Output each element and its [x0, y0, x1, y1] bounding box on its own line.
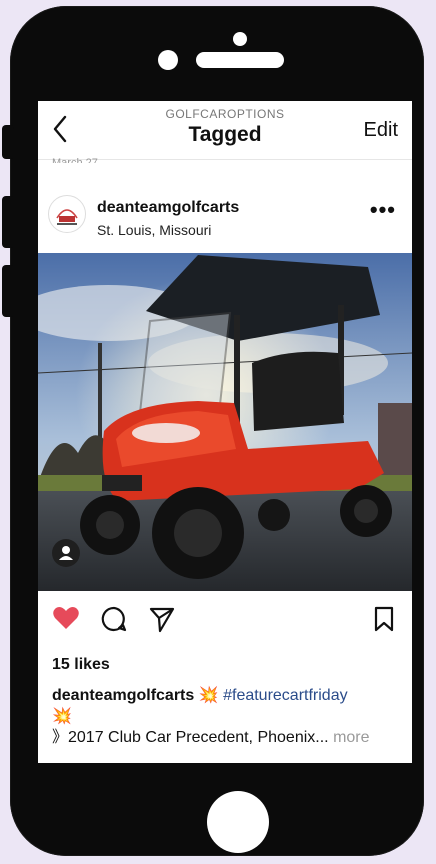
- post-header: deanteamgolfcarts St. Louis, Missouri ••…: [38, 183, 412, 247]
- person-icon[interactable]: [52, 539, 80, 567]
- send-icon[interactable]: [148, 605, 176, 638]
- comment-icon[interactable]: [100, 605, 128, 638]
- caption-emoji-2: 💥: [52, 708, 72, 725]
- edit-button[interactable]: Edit: [364, 119, 398, 142]
- app-screen: GOLFCAROPTIONS Tagged Edit March 27 dean…: [38, 101, 412, 763]
- front-camera: [158, 50, 178, 70]
- post-location[interactable]: St. Louis, Missouri: [97, 222, 211, 238]
- mute-switch: [2, 125, 14, 159]
- caption-emoji-1: 💥: [198, 687, 219, 704]
- heart-icon[interactable]: [52, 605, 80, 636]
- speaker-grille: [196, 52, 284, 68]
- post-caption: deanteamgolfcarts 💥 #featurecartfriday 💥…: [52, 685, 402, 748]
- caption-username[interactable]: deanteamgolfcarts: [52, 687, 194, 704]
- volume-down-button: [2, 265, 14, 317]
- home-button[interactable]: [207, 791, 269, 853]
- post-photo[interactable]: [38, 253, 412, 591]
- likes-count[interactable]: 15 likes: [52, 656, 110, 674]
- post-username[interactable]: deanteamgolfcarts: [97, 199, 239, 217]
- avatar[interactable]: [48, 195, 86, 233]
- caption-hashtag[interactable]: #featurecartfriday: [223, 687, 348, 704]
- camera-dot: [233, 32, 247, 46]
- more-dots-icon[interactable]: •••: [370, 197, 396, 223]
- caption-more-link[interactable]: more: [333, 729, 369, 746]
- post-date: March 27: [52, 157, 98, 163]
- volume-up-button: [2, 196, 14, 248]
- account-name: GOLFCAROPTIONS: [165, 107, 285, 121]
- top-bar: GOLFCAROPTIONS Tagged Edit: [38, 101, 412, 160]
- caption-text: 》2017 Club Car Precedent, Phoenix...: [52, 729, 329, 746]
- action-bar: [38, 595, 412, 643]
- page-title: Tagged: [188, 123, 262, 146]
- bookmark-icon[interactable]: [372, 605, 396, 638]
